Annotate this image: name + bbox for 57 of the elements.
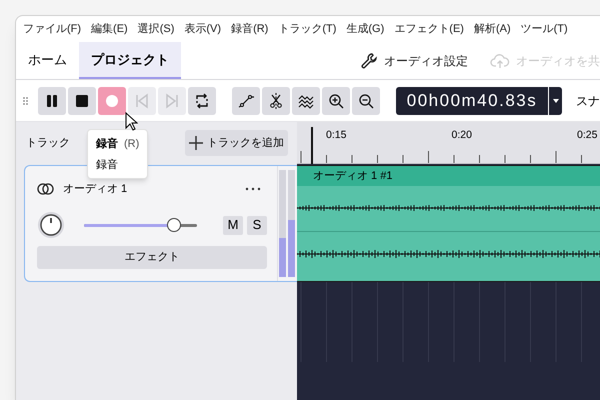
- zoom-in-button[interactable]: [322, 86, 350, 114]
- skip-forward-icon: [164, 92, 180, 108]
- menu-item[interactable]: ツール(T): [520, 20, 568, 38]
- more-options-icon[interactable]: [245, 187, 261, 191]
- pause-button[interactable]: [38, 86, 66, 114]
- menu-item[interactable]: 生成(G): [346, 20, 384, 38]
- waves-icon: [298, 92, 314, 108]
- audio-settings-button[interactable]: オーディオ設定: [384, 52, 468, 70]
- menu-item[interactable]: 録音(R): [231, 20, 268, 38]
- trim-tool-button[interactable]: [262, 86, 290, 114]
- tooltip-description: 録音: [96, 158, 119, 172]
- menu-item[interactable]: エフェクト(E): [394, 20, 464, 38]
- time-label: 0:25: [577, 128, 598, 143]
- effects-button[interactable]: エフェクト: [37, 246, 267, 269]
- gain-slider[interactable]: [84, 218, 197, 232]
- menu-item[interactable]: 編集(E): [91, 20, 128, 38]
- dropdown-button[interactable]: [549, 86, 562, 114]
- skip-back-icon: [134, 92, 150, 108]
- loop-button[interactable]: [188, 86, 216, 114]
- scissors-icon: [268, 92, 284, 108]
- caret-icon: [552, 98, 558, 102]
- stop-button[interactable]: [68, 86, 96, 114]
- tooltip-title: 録音: [96, 136, 118, 152]
- mute-button[interactable]: M: [223, 216, 243, 234]
- wrench-icon: [360, 52, 378, 70]
- snap-label: スナ: [576, 92, 600, 110]
- zoom-out-icon: [358, 92, 374, 108]
- menu-item[interactable]: 選択(S): [138, 20, 174, 38]
- tracks-label: トラック: [26, 136, 70, 151]
- tab[interactable]: プロジェクト: [79, 42, 181, 79]
- waves-tool-button[interactable]: [292, 86, 320, 114]
- slider-thumb[interactable]: [167, 218, 182, 232]
- menu-item[interactable]: 解析(A): [474, 20, 511, 38]
- envelope-tool-button[interactable]: [232, 86, 260, 114]
- add-track-button[interactable]: トラックを追加: [185, 130, 288, 156]
- time-display: 00h00m40.83s: [396, 86, 548, 114]
- plus-icon: [189, 136, 203, 150]
- stop-icon: [74, 92, 90, 108]
- tab[interactable]: ホーム: [16, 42, 79, 79]
- envelope-icon: [238, 92, 254, 108]
- menu-item[interactable]: トラック(T): [278, 20, 336, 38]
- clip-name: オーディオ 1 #1: [313, 168, 392, 184]
- pan-knob-icon[interactable]: [37, 211, 65, 239]
- time-label: 0:20: [452, 128, 472, 143]
- loop-icon: [194, 92, 210, 108]
- zoom-in-icon: [328, 92, 344, 108]
- solo-button[interactable]: S: [247, 216, 267, 234]
- cloud-upload-icon: [490, 52, 510, 70]
- menu-item[interactable]: ファイル(F): [23, 20, 82, 38]
- time-label: 0:15: [326, 128, 346, 143]
- shortcut-hint: (R): [124, 137, 140, 152]
- track-name: オーディオ 1: [63, 182, 128, 197]
- menu-item[interactable]: 表示(V): [184, 20, 222, 38]
- zoom-out-button[interactable]: [352, 86, 380, 114]
- pause-icon: [44, 92, 60, 108]
- stereo-icon: [37, 183, 54, 195]
- record-icon: [104, 92, 120, 108]
